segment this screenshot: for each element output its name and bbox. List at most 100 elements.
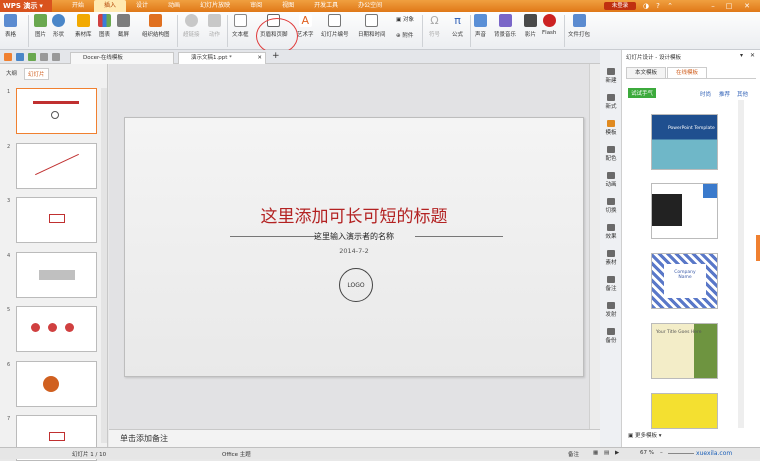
tab-outline[interactable]: 大纲 — [3, 68, 20, 78]
side-template[interactable]: 模板 — [600, 120, 622, 136]
screenshot-button[interactable]: 截屏 — [117, 14, 130, 38]
slide-number-icon — [328, 14, 342, 27]
normal-view-icon[interactable]: ▦ — [593, 450, 598, 456]
save-icon[interactable] — [16, 53, 24, 61]
pane-resize-handle[interactable] — [756, 235, 760, 261]
org-chart-button[interactable]: 组织结构图 — [142, 14, 170, 38]
close-icon[interactable]: ✕ — [742, 1, 752, 11]
symbol-button[interactable]: Ω 符号 — [428, 14, 441, 38]
slide-title[interactable]: 这里添加可长可短的标题 — [125, 202, 583, 227]
movie-button[interactable]: 影片 — [524, 14, 537, 38]
side-new[interactable]: 新建 — [600, 68, 622, 84]
side-color[interactable]: 配色 — [600, 146, 622, 162]
side-style[interactable]: 新式 — [600, 94, 622, 110]
side-launch[interactable]: 发射 — [600, 302, 622, 318]
template-thumbnail[interactable]: Your Title Goes Here — [651, 323, 718, 379]
slide-canvas[interactable]: 这里添加可长可短的标题 这里输入演示者的名称 2014-7-2 LOGO — [124, 117, 584, 377]
undo-icon[interactable] — [40, 53, 48, 61]
app-logo[interactable]: WPS 演示 ▾ — [0, 0, 52, 12]
menu-animation[interactable]: 动画 — [158, 0, 190, 12]
help-icon[interactable]: ? — [653, 1, 663, 11]
maximize-icon[interactable]: □ — [724, 1, 734, 11]
sorter-view-icon[interactable]: ▤ — [604, 450, 609, 456]
template-thumbnail[interactable]: Company Name — [651, 253, 718, 309]
material-library-button[interactable]: 素材库 — [75, 14, 92, 38]
tab-local-templates[interactable]: 本文模板 — [626, 67, 666, 78]
chart-button[interactable]: 图表 — [98, 14, 111, 38]
filter-recommend[interactable]: 推荐 — [719, 90, 730, 98]
notes-toggle[interactable]: 备注 — [568, 450, 579, 458]
picture-button[interactable]: 图片 — [34, 14, 47, 38]
menu-view[interactable]: 视图 — [272, 0, 304, 12]
pane-close-icon[interactable]: ✕ — [750, 52, 755, 59]
table-button[interactable]: 表格 — [4, 14, 17, 38]
template-thumbnail[interactable] — [651, 393, 718, 429]
object-button[interactable]: ▣ 对象 — [396, 15, 414, 23]
menu-insert[interactable]: 插入 — [94, 0, 127, 12]
side-transition[interactable]: 切换 — [600, 198, 622, 214]
tab-docer-online[interactable]: Docer-在线模板 — [70, 52, 174, 64]
menu-home[interactable]: 开始 — [62, 0, 94, 12]
tab-presentation[interactable]: 演示文稿1.ppt * ✕ — [178, 52, 266, 64]
notes-area[interactable]: 单击添加备注 — [109, 429, 600, 447]
slide-date[interactable]: 2014-7-2 — [125, 247, 583, 255]
menu-review[interactable]: 审阅 — [240, 0, 272, 12]
more-templates-button[interactable]: ▣ 更多模板 ▾ — [628, 431, 661, 439]
menu-office-space[interactable]: 办公空间 — [348, 0, 392, 12]
wps-menu-icon[interactable] — [4, 53, 12, 61]
zoom-slider[interactable] — [668, 453, 694, 454]
textbox-button[interactable]: 文本框 — [232, 14, 249, 38]
lucky-badge[interactable]: 试试手气 — [628, 88, 657, 98]
logo-placeholder[interactable]: LOGO — [339, 268, 373, 302]
date-time-button[interactable]: 日期和时间 — [358, 14, 386, 38]
package-file-button[interactable]: 文件打包 — [568, 14, 590, 38]
skin-icon[interactable]: ◑ — [641, 1, 651, 11]
redo-icon[interactable] — [52, 53, 60, 61]
slide-thumbnail[interactable] — [16, 197, 97, 243]
date-time-label: 日期和时间 — [358, 32, 386, 38]
add-tab-button[interactable]: + — [272, 51, 280, 61]
slide-number-button[interactable]: 幻灯片编号 — [321, 14, 349, 38]
slide-thumbnail[interactable] — [16, 306, 97, 352]
template-scrollbar[interactable] — [738, 100, 744, 428]
slide-subtitle[interactable]: 这里输入演示者的名称 — [125, 231, 583, 242]
template-thumbnail[interactable]: PowerPoint Template — [651, 114, 718, 170]
side-effect[interactable]: 效果 — [600, 224, 622, 240]
filter-fashion[interactable]: 时尚 — [700, 90, 711, 98]
slide-thumbnail[interactable] — [16, 361, 97, 407]
minimize-icon[interactable]: – — [708, 1, 718, 11]
tab-online-templates[interactable]: 在线模板 — [667, 67, 707, 78]
slide-thumbnail[interactable] — [16, 143, 97, 189]
menu-design[interactable]: 设计 — [126, 0, 158, 12]
zoom-level[interactable]: 67 % — [640, 450, 654, 456]
hyperlink-button[interactable]: 超链接 — [183, 14, 200, 38]
login-button[interactable]: 未登录 — [604, 2, 636, 10]
slide-thumbnail[interactable] — [16, 252, 97, 298]
side-material[interactable]: 素材 — [600, 250, 622, 266]
shape-button[interactable]: 形状 — [52, 14, 65, 38]
print-icon[interactable] — [28, 53, 36, 61]
slide-thumbnail[interactable] — [16, 88, 97, 134]
ribbon-toggle-icon[interactable]: ⌃ — [665, 1, 675, 11]
slideshow-view-icon[interactable]: ▶ — [615, 450, 619, 456]
bg-music-button[interactable]: 背景音乐 — [494, 14, 516, 38]
menu-slideshow[interactable]: 幻灯片放映 — [190, 0, 240, 12]
template-thumbnail[interactable] — [651, 183, 718, 239]
wordart-button[interactable]: A 艺术字 — [297, 14, 314, 38]
flash-button[interactable]: Flash — [542, 14, 556, 36]
side-backup[interactable]: 备份 — [600, 328, 622, 344]
sound-button[interactable]: 声音 — [474, 14, 487, 38]
filter-other[interactable]: 其他 — [737, 90, 748, 98]
formula-button[interactable]: π 公式 — [451, 14, 464, 38]
menu-developer[interactable]: 开发工具 — [304, 0, 348, 12]
attachment-button[interactable]: ⊕ 附件 — [396, 31, 413, 39]
zoom-out-icon[interactable]: – — [660, 450, 663, 456]
tab-slides[interactable]: 幻灯片 — [24, 68, 49, 80]
action-button[interactable]: 动作 — [208, 14, 221, 38]
pane-menu-icon[interactable]: ▾ — [740, 52, 743, 59]
side-notes[interactable]: 备注 — [600, 276, 622, 292]
side-animation[interactable]: 动画 — [600, 172, 622, 188]
editor-scrollbar[interactable] — [589, 64, 600, 429]
close-tab-icon[interactable]: ✕ — [257, 53, 262, 64]
thumbnail-scrollbar[interactable] — [101, 88, 107, 443]
